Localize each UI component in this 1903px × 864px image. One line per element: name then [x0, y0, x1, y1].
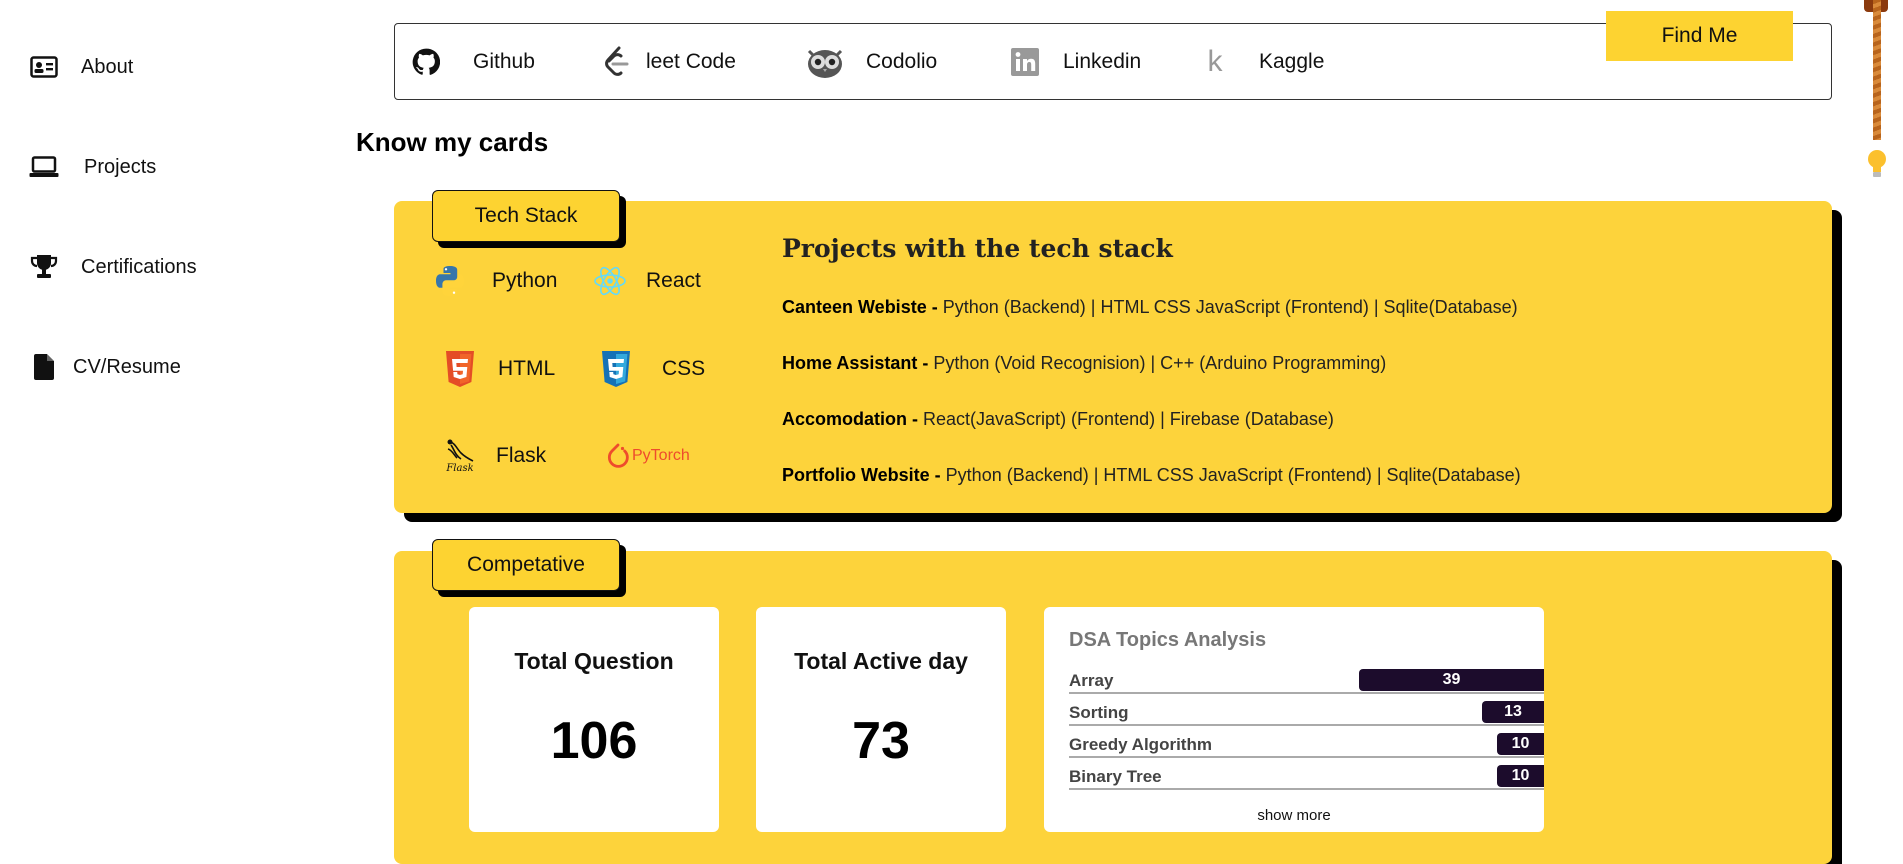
competative-card: Competative Total Question 106 Total Act… — [394, 539, 1832, 864]
dsa-topic-bar: 10 — [1497, 733, 1544, 755]
sidebar-item-projects[interactable]: Projects — [29, 152, 156, 182]
tech-item-label: CSS — [662, 357, 706, 380]
html5-icon — [438, 347, 482, 391]
project-item: Home Assistant - Python (Void Recognisio… — [782, 353, 1386, 374]
project-name: Accomodation - — [782, 409, 919, 429]
dsa-topics-box: DSA Topics Analysis Array 39 Sorting 13 Gree… — [1044, 607, 1544, 832]
social-link-label: Codolio — [866, 50, 938, 73]
tech-stack-card: Tech Stack Python React HTML CSS Flask F… — [394, 190, 1832, 513]
tech-item-flask: Flask Flask — [438, 434, 546, 478]
show-more-link[interactable]: show more — [1044, 807, 1544, 824]
dsa-title: DSA Topics Analysis — [1069, 629, 1267, 651]
total-active-day-value: 73 — [852, 712, 910, 770]
dsa-topic-name: Array — [1069, 671, 1114, 690]
find-me-button[interactable]: Find Me — [1606, 11, 1793, 61]
sidebar-item-cv-resume[interactable]: CV/Resume — [29, 352, 181, 382]
dsa-topic-bar: 10 — [1497, 765, 1544, 787]
sidebar-item-label: Certifications — [81, 255, 197, 278]
id-card-icon — [29, 52, 59, 82]
tech-stack-tag: Tech Stack — [432, 190, 620, 242]
social-link-label: leet Code — [646, 50, 736, 73]
leetcode-icon — [596, 42, 636, 82]
project-desc: React(JavaScript) (Frontend) | Firebase … — [918, 409, 1334, 429]
total-question-label: Total Question — [514, 648, 674, 674]
tech-item-label: HTML — [498, 357, 556, 380]
social-link-label: Kaggle — [1259, 50, 1325, 73]
dsa-topic-row: Array 39 — [1069, 669, 1544, 694]
tech-item-label: Python — [492, 269, 558, 292]
dsa-topic-row: Greedy Algorithm 10 — [1069, 733, 1544, 758]
flask-icon: Flask — [438, 434, 482, 478]
project-name: Home Assistant - — [782, 353, 929, 373]
flask-logo-text: Flask — [446, 462, 474, 474]
project-item: Portfolio Website - Python (Backend) | H… — [782, 465, 1521, 486]
pytorch-logo-text: PyTorch — [632, 447, 690, 464]
rope — [1873, 0, 1881, 140]
sidebar-item-certifications[interactable]: Certifications — [29, 252, 197, 282]
social-link-label: Linkedin — [1063, 50, 1142, 73]
tech-item-pytorch: PyTorch — [606, 434, 690, 478]
tech-item-css: CSS — [594, 347, 705, 391]
project-name: Canteen Webiste - — [782, 297, 938, 317]
sidebar-item-about[interactable]: About — [29, 52, 133, 82]
owl-icon — [805, 42, 845, 82]
project-item: Accomodation - React(JavaScript) (Fronte… — [782, 409, 1334, 430]
linkedin-icon — [1005, 42, 1045, 82]
project-item: Canteen Webiste - Python (Backend) | HTM… — [782, 297, 1518, 318]
total-question-box: Total Question 106 — [469, 607, 719, 832]
file-icon — [29, 352, 59, 382]
project-desc: Python (Backend) | HTML CSS JavaScript (… — [937, 297, 1518, 317]
sidebar: About Projects Certifications CV/Resume — [0, 0, 330, 864]
project-name: Portfolio Website - — [782, 465, 941, 485]
tech-item-python: Python — [428, 259, 557, 303]
tech-item-html: HTML — [438, 347, 555, 391]
total-active-day-box: Total Active day 73 — [756, 607, 1006, 832]
sidebar-item-label: About — [81, 55, 134, 78]
dsa-topic-name: Greedy Algorithm — [1069, 735, 1212, 754]
kaggle-link[interactable]: k Kaggle — [1195, 40, 1325, 84]
dsa-topic-bar: 39 — [1359, 669, 1544, 691]
dsa-topic-name: Sorting — [1069, 703, 1129, 722]
kaggle-icon: k — [1207, 45, 1223, 78]
social-link-label: Github — [473, 50, 535, 73]
trophy-icon — [29, 252, 59, 282]
tech-item-label: Flask — [496, 444, 547, 467]
total-active-day-label: Total Active day — [794, 648, 968, 674]
project-desc: Python (Backend) | HTML CSS JavaScript (… — [940, 465, 1521, 485]
dsa-topic-bar: 13 — [1482, 701, 1544, 723]
laptop-icon — [29, 152, 59, 182]
github-link[interactable]: Github — [406, 40, 535, 84]
projects-heading: Projects with the tech stack — [782, 234, 1173, 263]
tech-item-label: React — [646, 269, 701, 292]
leetcode-link[interactable]: leet Code — [596, 40, 736, 84]
dsa-topic-name: Binary Tree — [1069, 767, 1162, 786]
linkedin-link[interactable]: Linkedin — [1005, 40, 1141, 84]
lightbulb-icon[interactable] — [1866, 148, 1888, 185]
sidebar-item-label: CV/Resume — [73, 355, 181, 378]
sidebar-item-label: Projects — [84, 155, 157, 178]
dsa-topic-row: Sorting 13 — [1069, 701, 1544, 726]
tech-item-react: React — [588, 259, 701, 303]
react-icon — [588, 259, 632, 303]
pytorch-icon: PyTorch — [606, 434, 690, 478]
github-icon — [406, 42, 446, 82]
section-title: Know my cards — [356, 127, 549, 157]
dsa-topic-row: Binary Tree 10 — [1069, 765, 1544, 790]
python-icon — [428, 259, 472, 303]
project-desc: Python (Void Recognision) | C++ (Arduino… — [928, 353, 1387, 373]
codolio-link[interactable]: Codolio — [805, 40, 937, 84]
css3-icon — [594, 347, 638, 391]
total-question-value: 106 — [550, 712, 638, 770]
competative-tag: Competative — [432, 539, 620, 591]
